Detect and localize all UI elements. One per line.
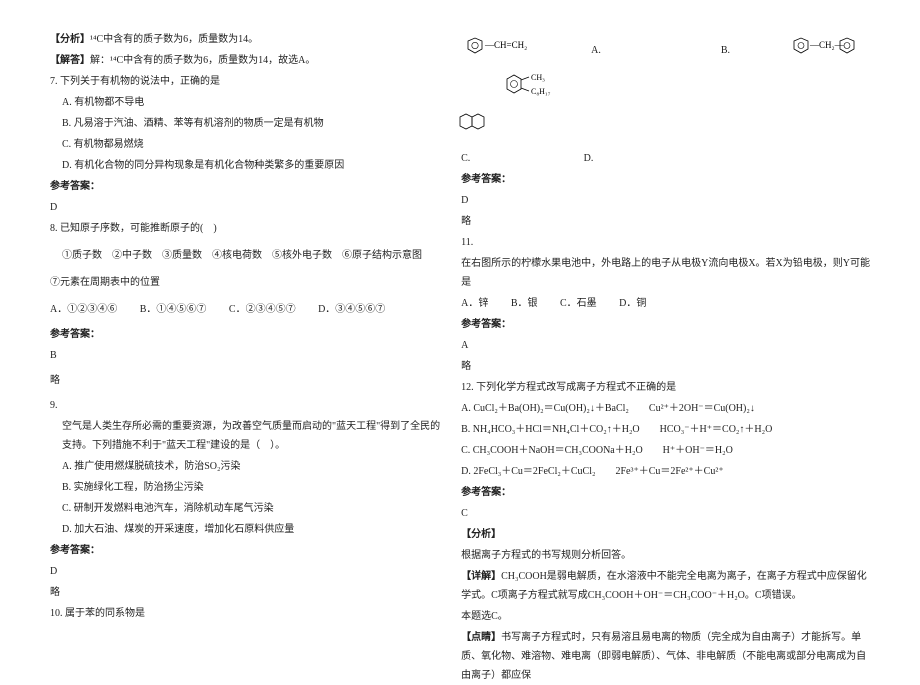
q11-opt-d: D．铜 (619, 298, 646, 309)
q9-answer: D (50, 562, 441, 581)
q12-tip-label: 【点睛】 (461, 632, 501, 643)
q11-opt-c: C．石墨 (560, 298, 597, 309)
q7-opt-a: A. 有机物都不导电 (50, 93, 441, 112)
analysis-label: 【分析】 (50, 34, 90, 45)
q7-ref-label: 参考答案： (50, 177, 441, 196)
q11-opt-a: A．锌 (461, 298, 488, 309)
q9-opt-c: C. 研制开发燃料电池汽车，消除机动车尾气污染 (50, 499, 441, 518)
q12-this-choose: 本题选C。 (461, 607, 870, 626)
q12-opt-c: C. CH₃COOH＋NaOH＝CH₃COONa＋H₂O H⁺＋OH⁻＝H₂O (461, 441, 870, 460)
q11-num: 11. (461, 233, 870, 252)
q7-stem: 7. 下列关于有机物的说法中，正确的是 (50, 72, 441, 91)
q12-stem: 12. 下列化学方程式改写成离子方程式不正确的是 (461, 378, 870, 397)
q8-items: ①质子数 ②中子数 ③质量数 ④核电荷数 ⑤核外电子数 ⑥原子结构示意图 (50, 246, 441, 265)
q12-answer: C (461, 504, 870, 523)
q11-ref-label: 参考答案： (461, 315, 870, 334)
structure-alkylbenzene-icon: CH₃ C₈H₁₇ (501, 71, 571, 106)
svg-text:—CH=CH₂: —CH=CH₂ (484, 40, 527, 50)
q9-p1: 空气是人类生存所必需的重要资源，为改善空气质量而启动的"蓝天工程"得到了全民的支… (50, 417, 441, 455)
q7-opt-c: C. 有机物都易燃烧 (50, 135, 441, 154)
q8-items2: ⑦元素在周期表中的位置 (50, 273, 441, 292)
q10-answer: D (461, 191, 870, 210)
q11-lue: 略 (461, 357, 870, 376)
q12-ref-label: 参考答案： (461, 483, 870, 502)
svg-text:—CH₂—: —CH₂— (809, 40, 845, 50)
q10-mid-structure: CH₃ C₈H₁₇ (461, 71, 870, 106)
svg-text:C₈H₁₇: C₈H₁₇ (531, 87, 551, 96)
q12-detail: 【详解】CH₃COOH是弱电解质，在水溶液中不能完全电离为离子，在离子方程式中应… (461, 567, 870, 605)
analysis-text: ¹⁴C中含有的质子数为6，质量数为14。 (90, 34, 258, 45)
q8-lue: 略 (50, 371, 441, 390)
q7-answer: D (50, 198, 441, 217)
q10-row-cd (461, 112, 870, 139)
analysis-line: 【分析】¹⁴C中含有的质子数为6，质量数为14。 (50, 30, 441, 49)
q10-stem: 10. 属于苯的同系物是 (50, 604, 441, 623)
q12-tip-text: 书写离子方程式时，只有易溶且易电离的物质（完全成为自由离子）才能拆写。单质、氧化… (461, 632, 866, 681)
q10-lue: 略 (461, 212, 870, 231)
q8-options: A．①②③④⑥ B．①④⑤⑥⑦ C．②③④⑤⑦ D．③④⑤⑥⑦ (50, 300, 441, 319)
q9-ref-label: 参考答案： (50, 541, 441, 560)
q9-opt-d: D. 加大石油、煤炭的开采速度，增加化石原料供应量 (50, 520, 441, 539)
q11-stem: 在右图所示的柠檬水果电池中，外电路上的电子从电极Y流向电极X。若X为铅电极，则Y… (461, 254, 870, 292)
q10-opt-b: B. (721, 41, 730, 60)
q9-opt-b: B. 实施绿化工程，防治扬尘污染 (50, 478, 441, 497)
q12-detail-text: CH₃COOH是弱电解质，在水溶液中不能完全电离为离子，在离子方程式中应保留化学… (461, 571, 867, 601)
q10-ref-label: 参考答案： (461, 170, 870, 189)
structure-naphthalene-icon (457, 112, 487, 139)
q9-opt-a: A. 推广使用燃煤脱硫技术，防治SO₂污染 (50, 457, 441, 476)
q10-opt-c: C. (461, 149, 581, 168)
q7-opt-b: B. 凡易溶于汽油、酒精、苯等有机溶剂的物质一定是有机物 (50, 114, 441, 133)
q10-row-ab: —CH=CH₂ A. B. —CH₂— (461, 36, 870, 65)
q8-opt-d: D．③④⑤⑥⑦ (318, 304, 385, 315)
answer-label: 【解答】 (50, 55, 90, 66)
q7-opt-d: D. 有机化合物的同分异构现象是有机化合物种类繁多的重要原因 (50, 156, 441, 175)
right-column: —CH=CH₂ A. B. —CH₂— CH₃ C₈H₁₇ (451, 30, 880, 631)
left-column: 【分析】¹⁴C中含有的质子数为6，质量数为14。 【解答】解：¹⁴C中含有的质子… (40, 30, 451, 631)
q12-opt-a: A. CuCl₂＋Ba(OH)₂＝Cu(OH)₂↓＋BaCl₂ Cu²⁺＋2OH… (461, 399, 870, 418)
q12-opt-b: B. NH₄HCO₃＋HCl＝NH₄Cl＋CO₂↑＋H₂O HCO₃⁻＋H⁺＝C… (461, 420, 870, 439)
svg-text:CH₃: CH₃ (531, 73, 545, 82)
q8-stem: 8. 已知原子序数，可能推断原子的( ) (50, 219, 441, 238)
answer-line: 【解答】解：¹⁴C中含有的质子数为6，质量数为14，故选A。 (50, 51, 441, 70)
q8-opt-b: B．①④⑤⑥⑦ (140, 304, 207, 315)
q10-opt-a: A. (591, 41, 601, 60)
q8-ref-label: 参考答案： (50, 325, 441, 344)
q12-analysis-label: 【分析】 (461, 525, 870, 544)
q9-num: 9. (50, 396, 441, 415)
q8-opt-a: A．①②③④⑥ (50, 304, 117, 315)
q8-opt-c: C．②③④⑤⑦ (229, 304, 296, 315)
q9-lue: 略 (50, 583, 441, 602)
structure-biphenyl-icon: —CH₂— (790, 36, 870, 65)
q11-answer: A (461, 336, 870, 355)
q11-options: A．锌 B．银 C．石墨 D．铜 (461, 294, 870, 313)
q12-detail-label: 【详解】 (461, 571, 501, 582)
structure-styrene-icon: —CH=CH₂ (461, 36, 531, 65)
q11-opt-b: B．银 (511, 298, 538, 309)
q8-answer: B (50, 346, 441, 365)
q12-analysis-text: 根据离子方程式的书写规则分析回答。 (461, 546, 870, 565)
q12-tip: 【点睛】书写离子方程式时，只有易溶且易电离的物质（完全成为自由离子）才能拆写。单… (461, 628, 870, 685)
q12-opt-d: D. 2FeCl₃＋Cu＝2FeCl₂＋CuCl₂ 2Fe³⁺＋Cu＝2Fe²⁺… (461, 462, 870, 481)
q10-opt-d: D. (584, 153, 594, 164)
q10-cd-labels: C. D. (461, 149, 870, 168)
answer-text: 解：¹⁴C中含有的质子数为6，质量数为14，故选A。 (90, 55, 315, 66)
